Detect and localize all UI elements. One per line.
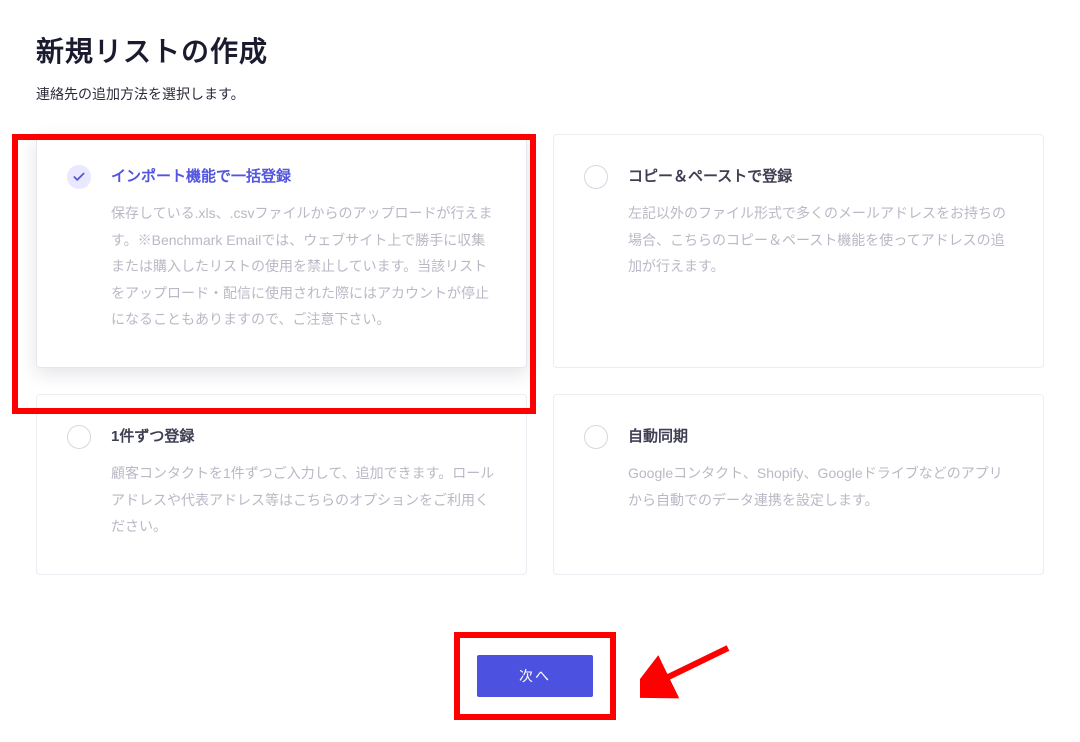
option-card-sync[interactable]: 自動同期 Googleコンタクト、Shopify、Googleドライブなどのアプ… [553,394,1044,575]
option-description: 保存している.xls、.csvファイルからのアップロードが行えます。※Bench… [111,200,496,333]
next-button[interactable]: 次へ [477,655,593,697]
page-title: 新規リストの作成 [36,30,1044,70]
radio-icon [584,425,608,449]
option-title: 自動同期 [628,425,1013,446]
radio-icon [584,165,608,189]
option-description: Googleコンタクト、Shopify、Googleドライブなどのアプリから自動… [628,460,1013,513]
page-subtitle: 連絡先の追加方法を選択します。 [36,84,1044,104]
radio-selected-icon [67,165,91,189]
radio-icon [67,425,91,449]
option-card-copypaste[interactable]: コピー＆ペーストで登録 左記以外のファイル形式で多くのメールアドレスをお持ちの場… [553,134,1044,368]
option-description: 左記以外のファイル形式で多くのメールアドレスをお持ちの場合、こちらのコピー＆ペー… [628,200,1013,280]
check-icon [72,170,86,184]
option-card-manual[interactable]: 1件ずつ登録 顧客コンタクトを1件ずつご入力して、追加できます。ロールアドレスや… [36,394,527,575]
option-title: コピー＆ペーストで登録 [628,165,1013,186]
option-card-import[interactable]: インポート機能で一括登録 保存している.xls、.csvファイルからのアップロー… [36,134,527,368]
annotation-arrow-icon [640,636,740,706]
option-title: 1件ずつ登録 [111,425,496,446]
option-cards: インポート機能で一括登録 保存している.xls、.csvファイルからのアップロー… [36,134,1044,575]
option-description: 顧客コンタクトを1件ずつご入力して、追加できます。ロールアドレスや代表アドレス等… [111,460,496,540]
option-title: インポート機能で一括登録 [111,165,496,186]
